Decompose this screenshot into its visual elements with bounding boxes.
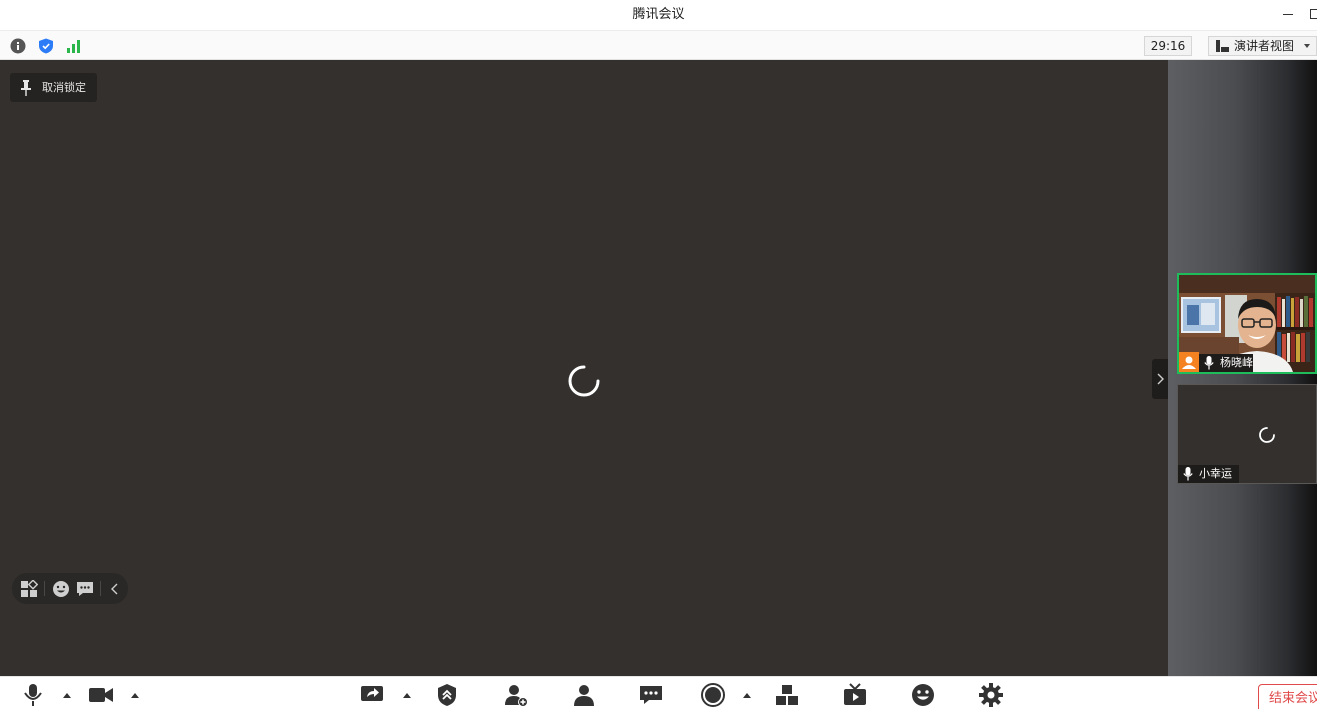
main-video-stage: 取消锁定 xyxy=(0,60,1168,676)
participants-icon[interactable] xyxy=(572,683,596,707)
window-title: 腾讯会议 xyxy=(632,7,685,22)
info-icon[interactable] xyxy=(10,38,26,54)
chevron-right-icon xyxy=(1157,373,1164,385)
title-bar: 腾讯会议 xyxy=(0,0,1317,30)
screen-share-icon[interactable] xyxy=(360,683,384,707)
view-mode-label: 演讲者视图 xyxy=(1234,39,1295,53)
chevron-down-icon xyxy=(1304,44,1310,48)
gallery-layout-icon[interactable] xyxy=(20,580,38,598)
sidebar-collapse-button[interactable] xyxy=(1152,359,1168,399)
host-badge-icon xyxy=(1179,352,1199,372)
floating-tool-strip xyxy=(12,573,128,604)
chevron-left-icon[interactable] xyxy=(106,580,124,598)
unpin-button[interactable]: 取消锁定 xyxy=(10,73,97,102)
participant-nametag: 杨晓峰 xyxy=(1199,354,1253,372)
meeting-info-bar: 29:16 演讲者视图 xyxy=(0,30,1317,60)
end-meeting-button[interactable]: 结束会议 xyxy=(1258,684,1317,709)
participant-name: 杨晓峰 xyxy=(1220,356,1253,369)
participant-name: 小幸运 xyxy=(1199,467,1232,480)
record-icon[interactable] xyxy=(701,683,725,707)
minimize-button[interactable] xyxy=(1283,14,1293,15)
reaction-icon[interactable] xyxy=(911,683,935,707)
microphone-icon xyxy=(1183,467,1193,481)
participant-tile[interactable]: 杨晓峰 xyxy=(1177,273,1317,374)
tool-divider xyxy=(100,581,101,596)
emoji-icon[interactable] xyxy=(52,580,70,598)
apps-icon[interactable] xyxy=(775,683,799,707)
live-icon[interactable] xyxy=(843,683,867,707)
pin-icon xyxy=(21,80,31,96)
camera-options-caret[interactable] xyxy=(131,693,139,698)
microphone-icon xyxy=(1204,356,1214,370)
view-mode-dropdown[interactable]: 演讲者视图 xyxy=(1208,36,1317,56)
shield-icon[interactable] xyxy=(38,38,54,54)
share-options-caret[interactable] xyxy=(403,693,411,698)
record-options-caret[interactable] xyxy=(743,693,751,698)
invite-icon[interactable] xyxy=(504,683,528,707)
meeting-window: 腾讯会议 29:16 演讲者视图 取消锁定 杨晓峰 小幸运 结束会议 xyxy=(0,0,1317,709)
signal-icon[interactable] xyxy=(66,38,82,54)
microphone-icon[interactable] xyxy=(21,683,45,707)
loading-spinner-icon xyxy=(568,365,600,397)
chat-icon[interactable] xyxy=(639,683,663,707)
tool-divider xyxy=(44,581,45,596)
loading-spinner-icon xyxy=(1259,427,1275,443)
mic-options-caret[interactable] xyxy=(63,693,71,698)
bottom-toolbar: 结束会议 xyxy=(0,676,1317,709)
participant-tile[interactable]: 小幸运 xyxy=(1177,384,1317,484)
security-icon[interactable] xyxy=(435,683,459,707)
settings-icon[interactable] xyxy=(979,683,1003,707)
chat-bubble-icon[interactable] xyxy=(76,580,94,598)
camera-icon[interactable] xyxy=(89,683,113,707)
meeting-timer: 29:16 xyxy=(1144,36,1192,56)
unpin-label: 取消锁定 xyxy=(42,81,86,94)
speaker-view-icon xyxy=(1216,40,1229,52)
participant-nametag: 小幸运 xyxy=(1178,465,1239,483)
maximize-button[interactable] xyxy=(1310,9,1317,19)
